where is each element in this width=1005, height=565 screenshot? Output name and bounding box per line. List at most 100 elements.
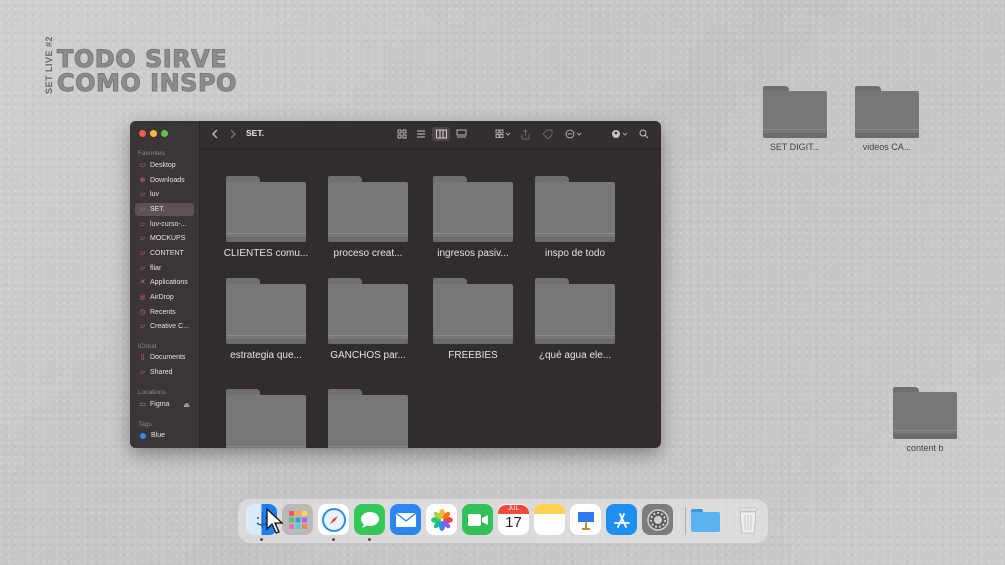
folder-item[interactable]: FREEBIES <box>423 278 523 361</box>
account-menu-button[interactable] <box>609 127 631 141</box>
folder-item[interactable]: proceso creat... <box>318 176 418 259</box>
action-menu-button[interactable] <box>563 127 585 141</box>
folder-icon: ▱ <box>139 250 146 257</box>
sidebar-item-creative-cloud[interactable]: ▱ Creative C... <box>135 320 194 333</box>
sidebar-item-set[interactable]: ▱ SET. <box>135 203 194 216</box>
desktop-folder-label: videos CA... <box>862 142 912 152</box>
dock: JUL 17 <box>238 499 768 543</box>
dock-app-system-settings[interactable] <box>642 504 673 535</box>
dock-app-calendar[interactable]: JUL 17 <box>498 504 529 535</box>
finder-sidebar: Favorites ▭ Desktop ⊕ Downloads ▱ luv ▱ SET.… <box>130 121 200 448</box>
zoom-button[interactable] <box>161 130 168 137</box>
sidebar-heading-favorites: Favorites <box>138 150 165 157</box>
search-icon <box>639 129 649 139</box>
folder-icon <box>226 176 306 242</box>
close-button[interactable] <box>139 130 146 137</box>
folder-item[interactable]: ingresos pasiv... <box>423 176 523 259</box>
sidebar-item-luv-curso[interactable]: ▱ luv-curso-... <box>135 218 194 231</box>
video-camera-icon <box>467 513 488 526</box>
folder-item[interactable]: CLIENTES comu... <box>216 176 316 259</box>
recents-icon: ◷ <box>139 309 146 316</box>
folder-item[interactable] <box>216 389 316 448</box>
compass-icon <box>321 507 346 532</box>
sidebar-item-label: CONTENT <box>150 250 184 257</box>
column-view-button[interactable] <box>432 127 450 141</box>
folder-icon <box>328 278 408 344</box>
dock-app-keynote[interactable] <box>570 504 601 535</box>
sidebar-item-recents[interactable]: ◷ Recents <box>135 306 194 319</box>
folder-label: CLIENTES comu... <box>223 248 309 259</box>
finder-content: CLIENTES comu... proceso creat... ingres… <box>200 149 661 448</box>
sidebar-item-label: Creative C... <box>150 323 189 330</box>
forward-button[interactable] <box>226 127 240 141</box>
sidebar-item-label: Documents <box>150 354 186 361</box>
desktop-folder[interactable]: content b <box>885 387 965 453</box>
folder-item[interactable]: inspo de todo <box>525 176 625 259</box>
desktop-folder-label: content b <box>906 443 944 453</box>
sidebar-item-fliar[interactable]: ▱ fliar <box>135 262 194 275</box>
dock-app-messages[interactable] <box>354 504 385 535</box>
dock-app-facetime[interactable] <box>462 504 493 535</box>
share-button[interactable] <box>518 127 532 141</box>
folder-icon <box>433 278 513 344</box>
list-view-button[interactable] <box>413 127 429 141</box>
sidebar-item-label: fliar <box>150 265 162 272</box>
sidebar-item-applications[interactable]: ✕ Applications <box>135 276 194 289</box>
eject-icon[interactable]: ⏏ <box>183 401 190 409</box>
chat-bubble-icon <box>360 511 379 528</box>
back-button[interactable] <box>208 127 222 141</box>
folder-label: ingresos pasiv... <box>437 248 509 259</box>
folder-item[interactable]: GANCHOS par... <box>318 278 418 361</box>
tag-icon <box>541 129 552 140</box>
finder-window: Favorites ▭ Desktop ⊕ Downloads ▱ luv ▱ SET.… <box>130 121 661 448</box>
folder-icon <box>535 176 615 242</box>
folder-item[interactable]: estrategia que... <box>216 278 316 361</box>
sidebar-item-figma[interactable]: ▭ Figma ⏏ <box>135 398 194 411</box>
sidebar-item-luv[interactable]: ▱ luv <box>135 188 194 201</box>
sidebar-item-label: luv-curso-... <box>150 221 187 228</box>
folder-icon <box>328 176 408 242</box>
gallery-view-button[interactable] <box>453 127 469 141</box>
desktop-icon: ▭ <box>139 162 146 169</box>
launchpad-icon <box>288 510 307 529</box>
group-by-button[interactable] <box>492 127 514 141</box>
sidebar-item-documents[interactable]: ▯ Documents <box>135 351 194 364</box>
sidebar-item-content[interactable]: ▱ CONTENT <box>135 247 194 260</box>
dock-app-photos[interactable] <box>426 504 457 535</box>
photos-flower-icon <box>430 508 453 531</box>
folder-item[interactable] <box>318 389 418 448</box>
sidebar-item-downloads[interactable]: ⊕ Downloads <box>135 174 194 187</box>
folder-item[interactable]: ¿qué agua ele... <box>525 278 625 361</box>
folder-icon: ▱ <box>139 221 146 228</box>
sidebar-item-desktop[interactable]: ▭ Desktop <box>135 159 194 172</box>
dock-app-launchpad[interactable] <box>282 504 313 535</box>
columns-icon <box>435 129 447 139</box>
sidebar-item-label: Blue <box>151 432 166 439</box>
sidebar-item-mockups[interactable]: ▱ MOCKUPS <box>135 232 194 245</box>
search-button[interactable] <box>637 127 651 141</box>
minimize-button[interactable] <box>150 130 157 137</box>
sidebar-item-airdrop[interactable]: ◎ AirDrop <box>135 291 194 304</box>
dock-app-app-store[interactable] <box>606 504 637 535</box>
icon-view-button[interactable] <box>394 127 410 141</box>
sidebar-item-label: Downloads <box>150 177 185 184</box>
notes-icon <box>534 504 565 514</box>
folder-label: GANCHOS par... <box>330 350 406 361</box>
user-circle-icon <box>612 130 628 138</box>
mouse-pointer-icon <box>266 507 284 534</box>
dock-app-safari[interactable] <box>318 504 349 535</box>
finder-toolbar: SET. <box>200 121 661 149</box>
chevron-left-icon <box>212 129 218 139</box>
desktop-folder[interactable]: videos CA... <box>847 86 927 152</box>
desktop-folder[interactable]: SET DIGIT... <box>755 86 835 152</box>
dock-app-notes[interactable] <box>534 504 565 535</box>
dock-app-trash[interactable] <box>732 504 763 535</box>
sidebar-item-tag-blue[interactable]: Blue <box>135 429 194 442</box>
applications-icon: ✕ <box>139 279 146 286</box>
tag-button[interactable] <box>540 127 554 141</box>
dock-app-mail[interactable] <box>390 504 421 535</box>
sidebar-item-shared[interactable]: ▱ Shared <box>135 366 194 379</box>
dock-stack-downloads[interactable] <box>690 504 721 535</box>
brand-side-text: SET LIVE #2 <box>44 35 54 94</box>
folder-icon: ▱ <box>139 265 146 272</box>
